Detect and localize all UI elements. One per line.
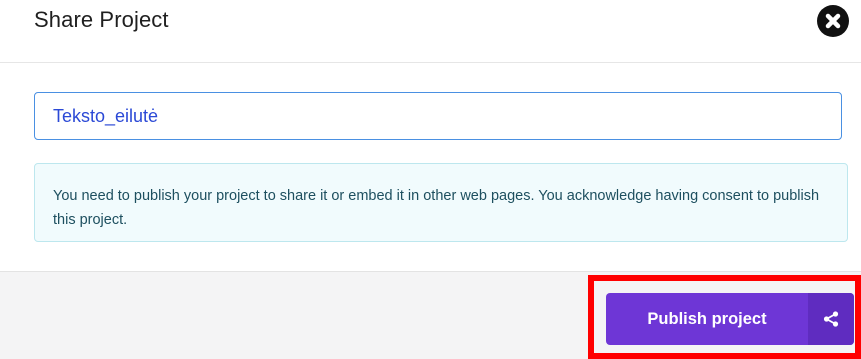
dialog-content: You need to publish your project to shar… (0, 63, 861, 271)
publish-notice: You need to publish your project to shar… (34, 163, 848, 242)
close-icon[interactable] (817, 5, 849, 37)
dialog-header: Share Project (0, 0, 861, 63)
project-name-input[interactable] (34, 92, 842, 140)
dialog-title: Share Project (34, 7, 169, 32)
publish-project-button[interactable]: Publish project (606, 293, 854, 345)
share-icon (808, 293, 854, 345)
share-project-dialog: Share Project You need to publish your p… (0, 0, 861, 359)
dialog-footer: Publish project (0, 271, 861, 359)
publish-button-label: Publish project (647, 310, 767, 328)
